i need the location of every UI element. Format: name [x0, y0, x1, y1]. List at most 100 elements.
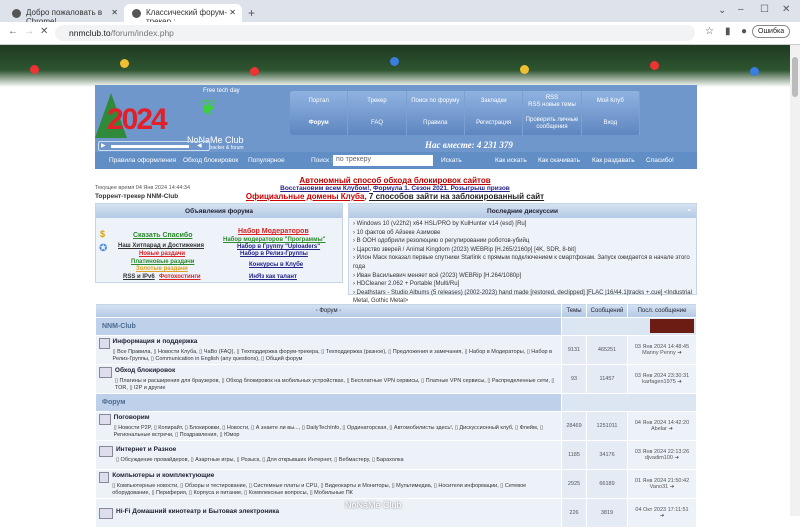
forward-icon[interactable]: →	[24, 26, 34, 37]
box-header: Последние дискуссии ⌃	[349, 204, 696, 218]
star-icon[interactable]: ☆	[705, 26, 714, 37]
link-say-thanks[interactable]: Сказать Спасибо	[133, 232, 192, 239]
nav-faq[interactable]: FAQ	[348, 113, 407, 135]
link-f1[interactable]: Формула 1. Сезон 2021. Розыгрыш призов	[373, 185, 510, 192]
discussion-item[interactable]: › Илон Маск показал первые спутники Star…	[353, 254, 692, 271]
maximize-icon[interactable]: ☐	[760, 4, 769, 15]
link-moderators[interactable]: Набор Модераторов	[238, 228, 309, 235]
discussion-item[interactable]: › HDCleaner 2.062 + Portable [Multi/Ru]	[353, 280, 692, 289]
subforums[interactable]: ▯ Компьютерные новости, ▯ Обзоры и тести…	[112, 483, 561, 497]
chevron-down-icon[interactable]: ⌄	[718, 5, 726, 16]
close-icon[interactable]: ✕	[229, 8, 236, 17]
url-input[interactable]: nnmclub.to/forum/index.php	[55, 25, 695, 41]
forum-title[interactable]: Обход блокировок	[115, 367, 561, 374]
minimize-icon[interactable]: –	[738, 4, 744, 15]
goto-post-icon[interactable]: ➜	[668, 426, 673, 432]
category-title[interactable]: NNM-Club	[95, 317, 562, 336]
error-button[interactable]: Ошибка	[752, 25, 791, 38]
last-post-user[interactable]: djvadim100	[645, 455, 673, 461]
back-icon[interactable]: ←	[8, 26, 18, 37]
link-new-releases[interactable]: Новые раздачи	[139, 251, 185, 257]
play-icon[interactable]: ▶	[101, 142, 106, 149]
discussion-item[interactable]: › Царство зверей / Animal Kingdom (2023)…	[353, 246, 692, 255]
link-how-search[interactable]: Как искать	[495, 157, 527, 164]
subforums[interactable]: ▯ Обсуждение провайдеров, ▯ Азартные игр…	[116, 457, 404, 464]
last-post-user[interactable]: Manny Penny	[642, 350, 676, 356]
link-how-seed[interactable]: Как раздавать	[592, 157, 635, 164]
sidepanel-icon[interactable]: ▮	[725, 26, 731, 37]
link-photohosting[interactable]: Фотохостинги	[159, 274, 201, 280]
link-contests[interactable]: Конкурсы в Клубе	[249, 262, 303, 268]
last-post-user[interactable]: Abelar	[651, 426, 667, 432]
last-post-user[interactable]: Vano31	[650, 484, 669, 490]
discussion-item[interactable]: › Иван Васильевич меняет всё (2023) WEBR…	[353, 272, 692, 281]
nav-private-messages[interactable]: Проверить личные сообщения	[523, 113, 582, 135]
link-7-ways[interactable]: 7 способов зайти на заблокированный сайт	[369, 192, 544, 201]
search-button[interactable]: Искать	[441, 157, 462, 164]
goto-post-icon[interactable]: ➜	[675, 455, 680, 461]
nav-rss[interactable]: RSS RSS новые темы	[523, 91, 582, 113]
nav-forum-search[interactable]: Поиск по форуму	[407, 91, 465, 113]
link-gold[interactable]: Золотые раздачи	[136, 266, 188, 272]
last-post: 04 Окт 2023 17:11:51 ➜	[627, 498, 697, 528]
announce-bypass[interactable]: Автономный способ обхода блокировок сайт…	[0, 176, 790, 185]
stop-icon[interactable]: ✕	[40, 26, 48, 37]
audio-player[interactable]: ▶ ◀	[98, 141, 210, 151]
search-input[interactable]: по трекеру	[333, 155, 433, 166]
link-popular[interactable]: Популярное	[248, 157, 285, 164]
scrollbar[interactable]	[790, 45, 800, 516]
close-window-icon[interactable]: ✕	[782, 4, 790, 15]
profile-icon[interactable]: ●	[741, 26, 747, 37]
last-post-user[interactable]: karfagen1975	[642, 379, 676, 385]
new-tab-icon[interactable]: +	[248, 6, 255, 20]
link-hitparade[interactable]: Наш Хитпарад и Достижения	[118, 243, 204, 249]
link-how-download[interactable]: Как скачивать	[538, 157, 580, 164]
scrollbar-thumb[interactable]	[792, 57, 798, 97]
link-release-groups[interactable]: Набор в Релиз-Группы	[240, 251, 308, 257]
link-uploaders[interactable]: Набор в Группу "Uploaders"	[237, 244, 320, 250]
discussion-item[interactable]: › Windows 10 (v22h2) x64 HSL/PRO by KulH…	[353, 220, 692, 229]
discussion-item[interactable]: › 10 фактов об Айзеке Азимове	[353, 229, 692, 238]
goto-post-icon[interactable]: ➜	[677, 379, 682, 385]
discussion-item[interactable]: › В ООН одобрили резолюцию о регулирован…	[353, 237, 692, 246]
tab-nnmclub[interactable]: Классический форум-трекер :✕	[124, 4, 242, 26]
link-mod-programs[interactable]: Набор модераторов "Программы"	[223, 237, 326, 243]
tab-welcome[interactable]: Добро пожаловать в Chrome!✕	[4, 4, 124, 26]
player-progress[interactable]	[111, 145, 189, 148]
nav-portal[interactable]: Портал	[290, 91, 349, 113]
link-languages[interactable]: ИнЯз как талант	[249, 274, 297, 280]
posts-count: 34176	[586, 440, 628, 470]
forum-cell: Интернет и Разное ▯ Обсуждение провайдеро…	[95, 440, 562, 470]
nav-register[interactable]: Регистрация	[465, 113, 524, 135]
link-restore[interactable]: Восстановим всем Клубом!	[280, 185, 369, 192]
collapse-icon[interactable]: ⌃	[687, 208, 692, 216]
forum-title[interactable]: Компьютеры и комплектующие	[112, 472, 561, 479]
nav-my-club[interactable]: Мой Клуб	[582, 91, 640, 113]
forum-title[interactable]: Hi-Fi Домашний кинотеатр и Бытовая элект…	[116, 508, 279, 515]
nav-tracker[interactable]: Трекер	[348, 91, 407, 113]
col-posts: Сообщений	[586, 303, 628, 318]
subforums[interactable]: ▯ Все Правила, ▯ Новости Клуба, ▯ ЧаВо (…	[113, 349, 561, 363]
link-domains[interactable]: Официальные домены Клуба	[246, 192, 365, 201]
goto-post-icon[interactable]: ➜	[677, 350, 682, 356]
link-bypass-method[interactable]: Автономный способ обхода блокировок сайт…	[299, 176, 490, 185]
goto-post-icon[interactable]: ➜	[660, 513, 665, 519]
link-bypass[interactable]: Обход блокировок	[183, 157, 238, 164]
category-title[interactable]: Форум	[95, 393, 562, 412]
goto-post-icon[interactable]: ➜	[670, 484, 675, 490]
subforums[interactable]: ▯ Новости P2P, ▯ Копирайт, ▯ Блокировки,…	[114, 425, 561, 439]
forum-title[interactable]: Интернет и Разное	[116, 446, 404, 453]
nav-login[interactable]: Вход	[582, 113, 640, 135]
nav-forum[interactable]: Форум	[290, 113, 349, 135]
close-icon[interactable]: ✕	[111, 8, 118, 17]
volume-icon[interactable]: ◀	[197, 142, 202, 149]
forum-title[interactable]: Информация и поддержка	[113, 338, 561, 345]
nav-bookmarks[interactable]: Закладки	[465, 91, 524, 113]
nav-rules[interactable]: Правила	[407, 113, 465, 135]
subforums[interactable]: ▯ Плагины и расширения для браузеров, ▯ …	[115, 378, 561, 392]
forum-title[interactable]: Поговорим	[114, 414, 561, 421]
link-rss-ipv6[interactable]: RSS и IPv6	[123, 274, 155, 280]
link-thanks[interactable]: Спасибо!	[646, 157, 674, 164]
link-platinum[interactable]: Платиновые раздачи	[131, 259, 194, 265]
link-formatting-rules[interactable]: Правила оформления	[109, 157, 176, 164]
